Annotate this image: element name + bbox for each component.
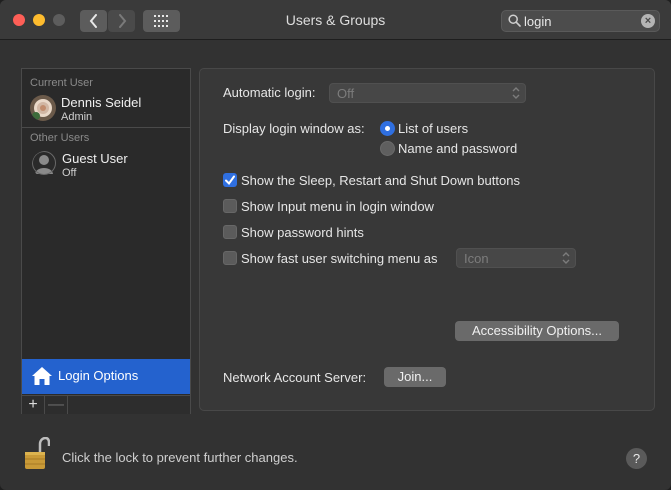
flower-avatar-icon [30,95,56,121]
automatic-login-popup[interactable]: Off [329,83,526,103]
search-field[interactable]: login × [501,10,660,32]
sidebar-divider [22,127,190,128]
password-hints-checkbox[interactable] [223,225,237,239]
lock-status-text: Click the lock to prevent further change… [62,450,298,465]
current-user-role: Admin [61,111,93,123]
input-menu-checkbox[interactable] [223,199,237,213]
house-icon [32,367,52,385]
other-users-header: Other Users [30,132,90,144]
network-account-server-label: Network Account Server: [223,370,367,385]
search-input[interactable]: login [524,14,551,29]
accessibility-options-button[interactable]: Accessibility Options... [455,321,619,341]
fast-user-switching-label[interactable]: Show fast user switching menu as [241,251,438,266]
guest-user-status: Off [62,167,77,179]
fast-switch-style-value: Icon [464,251,489,266]
current-user-name: Dennis Seidel [61,95,142,110]
current-user-header: Current User [30,77,93,89]
current-user-row[interactable]: Dennis Seidel Admin [22,89,190,129]
remove-user-button[interactable]: — [45,396,68,414]
users-groups-window: Users & Groups login × Current User Denn… [0,0,671,490]
titlebar: Users & Groups login × [0,0,671,40]
avatar [30,95,56,121]
search-icon [508,14,521,27]
lock-button[interactable] [24,436,51,474]
clear-search-icon[interactable]: × [641,14,655,28]
input-menu-label[interactable]: Show Input menu in login window [241,199,434,214]
login-options-item[interactable]: Login Options [22,359,190,394]
name-and-password-label[interactable]: Name and password [398,141,517,156]
join-button[interactable]: Join... [384,367,446,387]
user-silhouette-icon [32,151,56,175]
fast-user-switching-checkbox[interactable] [223,251,237,265]
sidebar-footer: + — [22,395,190,414]
login-options-label: Login Options [58,368,139,383]
list-of-users-radio[interactable] [380,121,395,136]
automatic-login-label: Automatic login: [223,85,316,100]
add-user-button[interactable]: + [22,396,45,414]
fast-switch-style-popup[interactable]: Icon [456,248,576,268]
name-and-password-radio[interactable] [380,141,395,156]
users-sidebar: Current User Dennis Seidel Admin Other U… [21,68,191,414]
password-hints-label[interactable]: Show password hints [241,225,364,240]
guest-user-name: Guest User [62,151,128,166]
avatar [32,151,58,177]
automatic-login-value: Off [337,86,355,101]
sleep-restart-checkbox[interactable] [223,173,237,187]
unlocked-padlock-icon [25,436,51,469]
login-options-panel: Automatic login: Off Display login windo… [199,68,655,411]
checkmark-icon [225,175,235,186]
sleep-restart-label[interactable]: Show the Sleep, Restart and Shut Down bu… [241,173,520,188]
chevron-updown-icon [512,87,520,99]
guest-user-row[interactable]: Guest User Off [22,145,190,185]
display-login-window-label: Display login window as: [223,121,365,136]
chevron-updown-icon [562,252,570,264]
list-of-users-label[interactable]: List of users [398,121,468,136]
help-button[interactable]: ? [626,448,647,469]
